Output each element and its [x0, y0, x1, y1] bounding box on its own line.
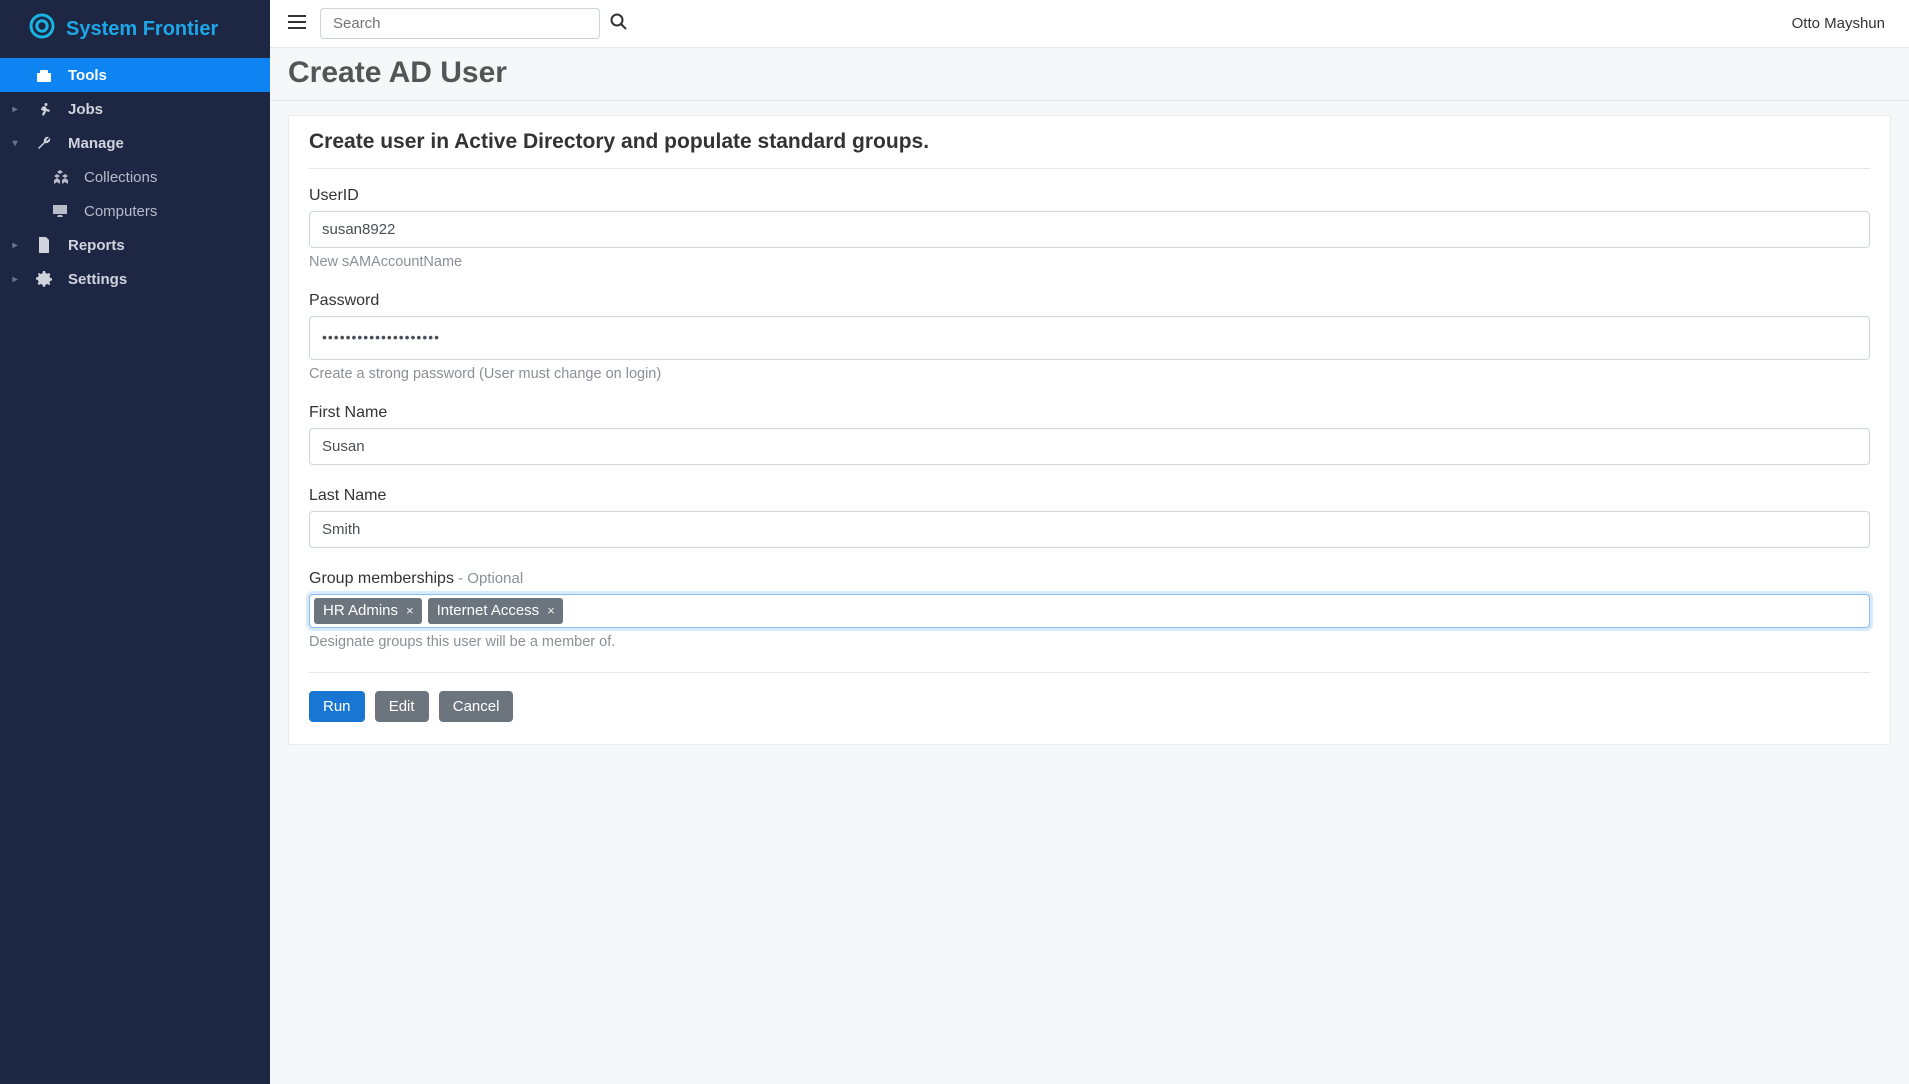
- edit-button[interactable]: Edit: [375, 691, 429, 722]
- field-first-name: First Name: [309, 404, 1870, 465]
- search-input[interactable]: [320, 8, 600, 39]
- menu-toggle-icon[interactable]: [288, 13, 306, 34]
- form-card: Create user in Active Directory and popu…: [288, 115, 1891, 745]
- sidebar-item-label: Computers: [84, 203, 157, 220]
- userid-input[interactable]: [309, 211, 1870, 248]
- field-password: Password Create a strong password (User …: [309, 292, 1870, 382]
- password-help: Create a strong password (User must chan…: [309, 366, 1870, 382]
- first-name-label: First Name: [309, 404, 1870, 422]
- desktop-icon: [50, 204, 70, 218]
- wrench-icon: [34, 135, 54, 151]
- chevron-down-icon: ▾: [10, 138, 20, 149]
- password-label: Password: [309, 292, 1870, 310]
- sidebar-item-label: Settings: [68, 271, 127, 288]
- form-actions: Run Edit Cancel: [309, 691, 1870, 722]
- sidebar-item-collections[interactable]: Collections: [0, 160, 270, 194]
- brand-name: System Frontier: [66, 18, 218, 41]
- group-tag-label: Internet Access: [437, 602, 540, 619]
- sidebar-item-label: Reports: [68, 237, 125, 254]
- running-icon: [34, 101, 54, 117]
- group-tag-label: HR Admins: [323, 602, 398, 619]
- sidebar-item-computers[interactable]: Computers: [0, 194, 270, 228]
- remove-tag-icon[interactable]: ×: [406, 603, 414, 618]
- sidebar-item-reports[interactable]: ▸ Reports: [0, 228, 270, 262]
- page-title-bar: Create AD User: [270, 48, 1909, 101]
- search-button[interactable]: [610, 13, 627, 35]
- userid-label: UserID: [309, 187, 1870, 205]
- groups-label: Group memberships - Optional: [309, 570, 1870, 588]
- userid-help: New sAMAccountName: [309, 254, 1870, 270]
- cubes-icon: [50, 170, 70, 184]
- main: Otto Mayshun Create AD User Create user …: [270, 0, 1909, 1084]
- field-userid: UserID New sAMAccountName: [309, 187, 1870, 270]
- toolbox-icon: [34, 68, 54, 82]
- group-tag: HR Admins ×: [314, 598, 422, 624]
- current-user-name[interactable]: Otto Mayshun: [1792, 15, 1891, 32]
- gear-icon: [34, 271, 54, 287]
- sidebar-item-label: Tools: [68, 67, 107, 84]
- first-name-input[interactable]: [309, 428, 1870, 465]
- sidebar-item-label: Jobs: [68, 101, 103, 118]
- content: Create user in Active Directory and popu…: [270, 101, 1909, 785]
- sidebar-item-tools[interactable]: ▶ Tools: [0, 58, 270, 92]
- sidebar-item-jobs[interactable]: ▸ Jobs: [0, 92, 270, 126]
- search-icon: [610, 15, 627, 34]
- groups-input[interactable]: HR Admins × Internet Access ×: [309, 594, 1870, 628]
- chevron-right-icon: ▸: [10, 240, 20, 251]
- password-input[interactable]: [309, 316, 1870, 360]
- brand[interactable]: System Frontier: [0, 0, 270, 58]
- sidebar: System Frontier ▶ Tools ▸ Jobs ▾ Manage: [0, 0, 270, 1084]
- groups-label-text: Group memberships: [309, 570, 454, 587]
- groups-optional-suffix: - Optional: [454, 570, 523, 587]
- field-group-memberships: Group memberships - Optional HR Admins ×…: [309, 570, 1870, 650]
- run-button[interactable]: Run: [309, 691, 365, 722]
- remove-tag-icon[interactable]: ×: [547, 603, 555, 618]
- sidebar-item-label: Collections: [84, 169, 157, 186]
- sidebar-item-label: Manage: [68, 135, 124, 152]
- divider: [309, 672, 1870, 673]
- last-name-input[interactable]: [309, 511, 1870, 548]
- divider: [309, 168, 1870, 169]
- page-subtitle: Create user in Active Directory and popu…: [309, 130, 1870, 164]
- page-title: Create AD User: [288, 56, 1891, 90]
- sidebar-item-manage[interactable]: ▾ Manage: [0, 126, 270, 160]
- search-wrap: [320, 8, 627, 39]
- last-name-label: Last Name: [309, 487, 1870, 505]
- brand-logo-icon: [28, 12, 56, 46]
- sidebar-item-settings[interactable]: ▸ Settings: [0, 262, 270, 296]
- chevron-right-icon: ▸: [10, 274, 20, 285]
- chevron-right-icon: ▸: [10, 104, 20, 115]
- field-last-name: Last Name: [309, 487, 1870, 548]
- group-tag: Internet Access ×: [428, 598, 563, 624]
- topbar: Otto Mayshun: [270, 0, 1909, 48]
- groups-help: Designate groups this user will be a mem…: [309, 634, 1870, 650]
- nav-list: ▶ Tools ▸ Jobs ▾ Manage Collections: [0, 58, 270, 296]
- cancel-button[interactable]: Cancel: [439, 691, 514, 722]
- file-icon: [34, 237, 54, 253]
